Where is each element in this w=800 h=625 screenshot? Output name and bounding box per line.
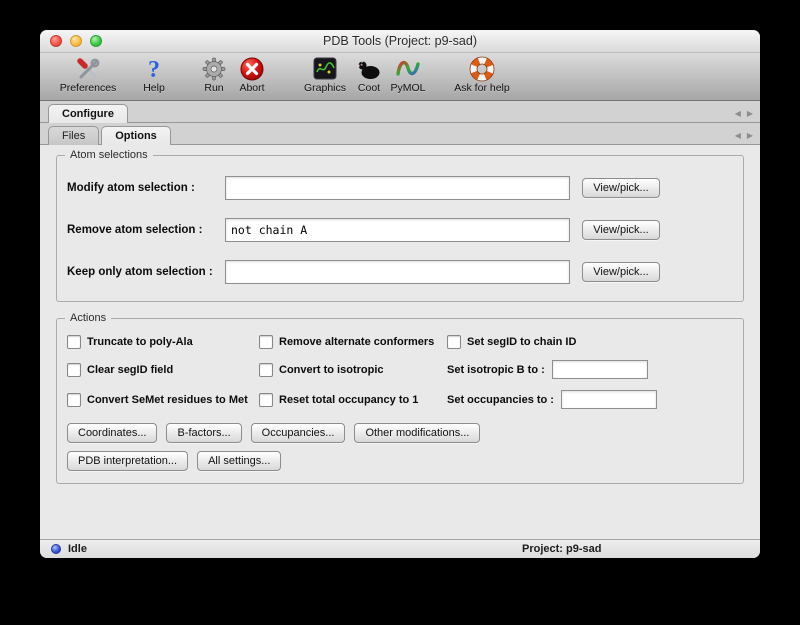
svg-text:?: ? bbox=[148, 57, 160, 82]
remove-atom-selection-row: Remove atom selection : View/pick... bbox=[67, 218, 733, 242]
keep-only-atom-selection-input[interactable] bbox=[225, 260, 570, 284]
project-label: Project: p9-sad bbox=[522, 543, 601, 555]
close-button[interactable] bbox=[50, 35, 62, 47]
set-occupancies-field: Set occupancies to : bbox=[447, 390, 733, 409]
remove-atom-selection-label: Remove atom selection : bbox=[67, 224, 225, 236]
help-question-icon: ? bbox=[141, 55, 167, 82]
zoom-button[interactable] bbox=[90, 35, 102, 47]
options-pane: Atom selections Modify atom selection : … bbox=[40, 145, 760, 484]
tab-options[interactable]: Options bbox=[101, 126, 171, 145]
toolbar-button-run[interactable]: Run bbox=[199, 55, 229, 94]
checkbox-icon[interactable] bbox=[67, 363, 81, 377]
toolbar-button-help[interactable]: ? Help bbox=[138, 55, 170, 94]
toolbar-label: Graphics bbox=[304, 82, 346, 94]
graphics-monitor-icon bbox=[312, 55, 338, 82]
view-pick-remove-button[interactable]: View/pick... bbox=[582, 220, 660, 240]
checkbox-convert-to-isotropic[interactable]: Convert to isotropic bbox=[259, 363, 447, 377]
occupancies-input[interactable] bbox=[561, 390, 657, 409]
status-text: Idle bbox=[68, 543, 87, 555]
atom-selections-group: Atom selections Modify atom selection : … bbox=[56, 155, 744, 302]
checkbox-icon[interactable] bbox=[259, 335, 273, 349]
actions-buttons-row-1: Coordinates... B-factors... Occupancies.… bbox=[67, 423, 733, 443]
traffic-lights bbox=[50, 35, 102, 47]
tab-scroll-right-icon[interactable]: ▶ bbox=[747, 110, 753, 118]
abort-x-icon bbox=[239, 55, 265, 82]
toolbar-label: Preferences bbox=[60, 82, 117, 94]
checkbox-icon[interactable] bbox=[67, 393, 81, 407]
main-tab-bar: Configure ◀ ▶ bbox=[40, 101, 760, 123]
subtab-scroll-left-icon[interactable]: ◀ bbox=[735, 132, 741, 140]
actions-group-title: Actions bbox=[65, 312, 111, 324]
remove-atom-selection-input[interactable] bbox=[225, 218, 570, 242]
tab-files[interactable]: Files bbox=[48, 126, 99, 145]
toolbar-label: Coot bbox=[358, 82, 380, 94]
actions-buttons-row-2: PDB interpretation... All settings... bbox=[67, 451, 733, 471]
set-occupancies-label: Set occupancies to : bbox=[447, 394, 554, 406]
atom-selections-group-title: Atom selections bbox=[65, 149, 153, 161]
checkbox-remove-alternate-conformers[interactable]: Remove alternate conformers bbox=[259, 335, 447, 349]
tab-scroll-left-icon[interactable]: ◀ bbox=[735, 110, 741, 118]
sub-tab-bar: Files Options ◀ ▶ bbox=[40, 123, 760, 145]
set-isotropic-b-field: Set isotropic B to : bbox=[447, 360, 733, 379]
app-window: PDB Tools (Project: p9-sad) Preferences … bbox=[40, 30, 760, 558]
toolbar-label: PyMOL bbox=[390, 82, 425, 94]
actions-group: Actions Truncate to poly-Ala Remove alte… bbox=[56, 318, 744, 484]
actions-grid: Truncate to poly-Ala Remove alternate co… bbox=[67, 335, 733, 409]
lifebuoy-icon bbox=[469, 55, 495, 82]
toolbar-label: Help bbox=[143, 82, 165, 94]
coot-bird-icon bbox=[356, 55, 382, 82]
gear-icon bbox=[201, 55, 227, 82]
b-factors-button[interactable]: B-factors... bbox=[166, 423, 241, 443]
tools-icon bbox=[75, 55, 101, 82]
modify-atom-selection-label: Modify atom selection : bbox=[67, 182, 225, 194]
toolbar-label: Abort bbox=[239, 82, 264, 94]
checkbox-icon[interactable] bbox=[447, 335, 461, 349]
checkbox-convert-semet-to-met[interactable]: Convert SeMet residues to Met bbox=[67, 393, 259, 407]
toolbar-label: Ask for help bbox=[454, 82, 509, 94]
checkbox-set-segid-to-chain-id[interactable]: Set segID to chain ID bbox=[447, 335, 733, 349]
tab-configure[interactable]: Configure bbox=[48, 104, 128, 123]
occupancies-button[interactable]: Occupancies... bbox=[251, 423, 346, 443]
all-settings-button[interactable]: All settings... bbox=[197, 451, 281, 471]
pdb-interpretation-button[interactable]: PDB interpretation... bbox=[67, 451, 188, 471]
toolbar-label: Run bbox=[204, 82, 223, 94]
window-title: PDB Tools (Project: p9-sad) bbox=[40, 30, 760, 52]
coordinates-button[interactable]: Coordinates... bbox=[67, 423, 157, 443]
toolbar-button-coot[interactable]: Coot bbox=[354, 55, 384, 94]
minimize-button[interactable] bbox=[70, 35, 82, 47]
view-pick-modify-button[interactable]: View/pick... bbox=[582, 178, 660, 198]
isotropic-b-input[interactable] bbox=[552, 360, 648, 379]
checkbox-clear-segid-field[interactable]: Clear segID field bbox=[67, 363, 259, 377]
modify-atom-selection-row: Modify atom selection : View/pick... bbox=[67, 176, 733, 200]
checkbox-reset-total-occupancy[interactable]: Reset total occupancy to 1 bbox=[259, 393, 447, 407]
toolbar: Preferences ? Help bbox=[40, 53, 760, 101]
checkbox-truncate-to-poly-ala[interactable]: Truncate to poly-Ala bbox=[67, 335, 259, 349]
toolbar-button-graphics[interactable]: Graphics bbox=[300, 55, 350, 94]
toolbar-button-pymol[interactable]: PyMOL bbox=[388, 55, 428, 94]
title-bar[interactable]: PDB Tools (Project: p9-sad) bbox=[40, 30, 760, 53]
main-tab-scroll-arrows: ◀ ▶ bbox=[735, 110, 753, 118]
pymol-ribbon-icon bbox=[395, 55, 421, 82]
keep-only-atom-selection-label: Keep only atom selection : bbox=[67, 266, 225, 278]
checkbox-icon[interactable] bbox=[259, 363, 273, 377]
keep-only-atom-selection-row: Keep only atom selection : View/pick... bbox=[67, 260, 733, 284]
sub-tab-scroll-arrows: ◀ ▶ bbox=[735, 132, 753, 140]
toolbar-button-abort[interactable]: Abort bbox=[234, 55, 270, 94]
checkbox-icon[interactable] bbox=[67, 335, 81, 349]
subtab-scroll-right-icon[interactable]: ▶ bbox=[747, 132, 753, 140]
set-isotropic-b-label: Set isotropic B to : bbox=[447, 364, 545, 376]
toolbar-button-ask-for-help[interactable]: Ask for help bbox=[447, 55, 517, 94]
other-modifications-button[interactable]: Other modifications... bbox=[354, 423, 480, 443]
status-bar: Idle Project: p9-sad bbox=[40, 539, 760, 558]
toolbar-button-preferences[interactable]: Preferences bbox=[56, 55, 120, 94]
checkbox-icon[interactable] bbox=[259, 393, 273, 407]
view-pick-keep-button[interactable]: View/pick... bbox=[582, 262, 660, 282]
modify-atom-selection-input[interactable] bbox=[225, 176, 570, 200]
status-led-icon bbox=[51, 544, 61, 554]
